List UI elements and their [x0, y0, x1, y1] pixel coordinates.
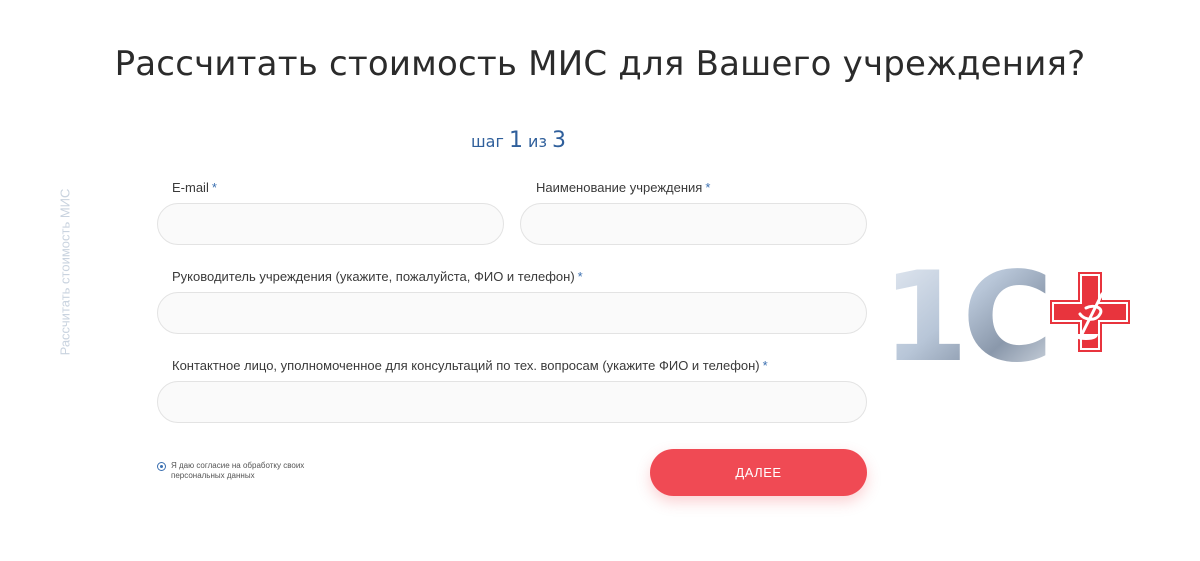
- head-label: Руководитель учреждения (укажите, пожалу…: [172, 269, 583, 284]
- step-prefix: шаг: [471, 132, 504, 151]
- contact-label: Контактное лицо, уполномоченное для конс…: [172, 358, 768, 373]
- required-mark: *: [762, 358, 768, 373]
- step-separator: из: [528, 132, 547, 151]
- page-title: Рассчитать стоимость МИС для Вашего учре…: [114, 44, 1086, 84]
- consent-text: Я даю согласие на обработку своих персон…: [171, 461, 305, 480]
- logo-text: 1С: [882, 250, 1047, 370]
- step-indicator: шаг 1 из 3: [471, 128, 566, 153]
- required-mark: *: [705, 180, 711, 195]
- institution-name-field[interactable]: [520, 203, 867, 245]
- head-of-institution-field[interactable]: [157, 292, 867, 334]
- required-mark: *: [211, 180, 217, 195]
- logo-1c-text: 1С: [882, 250, 1053, 370]
- 1c-medical-logo: 1С: [882, 250, 1130, 370]
- step-total: 3: [552, 128, 567, 153]
- email-label: E-mail *: [172, 180, 217, 195]
- consent-radio-icon[interactable]: [157, 462, 166, 471]
- next-button[interactable]: ДАЛЕЕ: [650, 449, 867, 496]
- medical-cross-icon: [1050, 272, 1130, 352]
- consent-checkbox[interactable]: Я даю согласие на обработку своих персон…: [157, 461, 311, 481]
- required-mark: *: [577, 269, 583, 284]
- email-field[interactable]: [157, 203, 504, 245]
- institution-label: Наименование учреждения *: [536, 180, 711, 195]
- contact-person-field[interactable]: [157, 381, 867, 423]
- step-current: 1: [508, 128, 523, 153]
- side-vertical-label: Рассчитать стоимость МИС: [57, 188, 73, 356]
